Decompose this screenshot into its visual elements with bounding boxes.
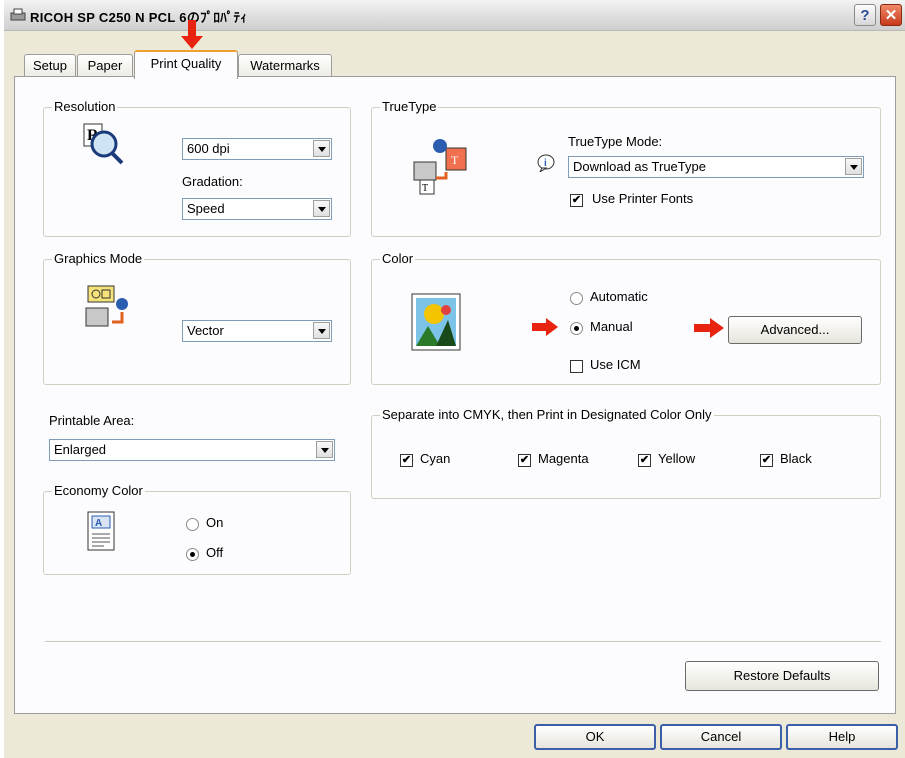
truetype-group-title: TrueType	[380, 99, 439, 114]
tab-panel: Resolution R 600 dpi Gradation: Speed Tr…	[14, 76, 896, 714]
restore-defaults-button[interactable]: Restore Defaults	[685, 661, 879, 691]
advanced-button[interactable]: Advanced...	[728, 316, 862, 344]
use-icm-label: Use ICM	[590, 357, 641, 372]
info-balloon-icon: i	[537, 154, 555, 172]
graphics-mode-group-title: Graphics Mode	[52, 251, 145, 266]
magenta-checkbox[interactable]: ✔	[518, 454, 531, 467]
black-checkbox[interactable]: ✔	[760, 454, 773, 467]
truetype-printer-icon: TT	[413, 139, 467, 195]
cyan-label: Cyan	[420, 451, 451, 466]
svg-text:A: A	[95, 518, 102, 529]
color-automatic-label: Automatic	[590, 289, 648, 304]
tab-setup[interactable]: Setup	[24, 54, 76, 77]
title-bar[interactable]: RICOH SP C250 N PCL 6のﾌﾟﾛﾊﾟﾃｨ ? ✕	[4, 0, 905, 31]
yellow-checkbox[interactable]: ✔	[638, 454, 651, 467]
chevron-down-icon[interactable]	[313, 200, 330, 217]
tab-paper[interactable]: Paper	[77, 54, 133, 77]
chevron-down-icon[interactable]	[316, 441, 333, 458]
resolution-group-title: Resolution	[52, 99, 118, 114]
gradation-select[interactable]: Speed	[182, 198, 332, 220]
use-printer-fonts-label: Use Printer Fonts	[592, 191, 694, 206]
printable-area-label: Printable Area:	[49, 413, 135, 428]
truetype-group: TrueType TT TrueType Mode: i Download as…	[371, 99, 881, 237]
color-manual-radio[interactable]	[570, 322, 583, 335]
printable-area-select[interactable]: Enlarged	[49, 439, 335, 461]
resolution-value: 600 dpi	[187, 141, 230, 156]
graphics-mode-icon	[85, 285, 128, 327]
chevron-down-icon[interactable]	[845, 158, 862, 175]
window-title: RICOH SP C250 N PCL 6のﾌﾟﾛﾊﾟﾃｨ	[30, 10, 248, 25]
annotation-arrow-right-icon	[532, 318, 558, 336]
yellow-label: Yellow	[658, 451, 696, 466]
color-group: Color Automatic Manual Advanced... Use I…	[371, 251, 881, 385]
black-label: Black	[780, 451, 812, 466]
truetype-mode-label: TrueType Mode:	[568, 134, 663, 149]
svg-text:T: T	[451, 153, 459, 167]
economy-color-group: Economy Color A On Off	[43, 483, 351, 575]
truetype-mode-value: Download as TrueType	[573, 159, 706, 174]
help-button[interactable]: Help	[786, 724, 898, 750]
economy-color-group-title: Economy Color	[52, 483, 145, 498]
magenta-label: Magenta	[538, 451, 589, 466]
chevron-down-icon[interactable]	[313, 322, 330, 339]
use-printer-fonts-checkbox[interactable]: ✔	[570, 194, 583, 207]
annotation-arrow-right-icon	[694, 318, 724, 338]
printable-area-value: Enlarged	[54, 442, 107, 457]
cmyk-group: Separate into CMYK, then Print in Design…	[371, 407, 881, 499]
use-icm-checkbox[interactable]	[570, 360, 583, 373]
svg-text:i: i	[544, 158, 547, 169]
cyan-checkbox[interactable]: ✔	[400, 454, 413, 467]
graphics-mode-group: Graphics Mode Vector	[43, 251, 351, 385]
color-picture-icon	[411, 293, 461, 351]
color-group-title: Color	[380, 251, 416, 266]
color-automatic-radio[interactable]	[570, 292, 583, 305]
svg-text:T: T	[422, 183, 428, 194]
chevron-down-icon[interactable]	[313, 140, 330, 157]
printer-icon	[10, 8, 26, 21]
separator	[45, 641, 881, 643]
title-close-button[interactable]: ✕	[880, 4, 902, 26]
economy-off-radio[interactable]	[186, 548, 199, 561]
gradation-value: Speed	[187, 201, 225, 216]
economy-on-label: On	[206, 515, 224, 530]
color-manual-label: Manual	[590, 319, 633, 334]
graphics-mode-select[interactable]: Vector	[182, 320, 332, 342]
truetype-mode-select[interactable]: Download as TrueType	[568, 156, 864, 178]
resolution-select[interactable]: 600 dpi	[182, 138, 332, 160]
title-help-button[interactable]: ?	[854, 4, 876, 26]
dialog-window: RICOH SP C250 N PCL 6のﾌﾟﾛﾊﾟﾃｨ ? ✕ Setup …	[4, 0, 905, 758]
economy-document-icon: A	[87, 511, 115, 551]
cancel-button[interactable]: Cancel	[660, 724, 782, 750]
resolution-group: Resolution R 600 dpi Gradation: Speed	[43, 99, 351, 237]
tab-print-quality[interactable]: Print Quality	[134, 50, 238, 79]
graphics-mode-value: Vector	[187, 323, 224, 338]
cmyk-group-title: Separate into CMYK, then Print in Design…	[380, 407, 714, 422]
tab-watermarks[interactable]: Watermarks	[238, 54, 332, 77]
ok-button[interactable]: OK	[534, 724, 656, 750]
gradation-label: Gradation:	[182, 174, 243, 189]
economy-on-radio[interactable]	[186, 518, 199, 531]
annotation-arrow-down-icon	[181, 20, 203, 49]
resolution-magnifier-icon: R	[83, 123, 124, 165]
economy-off-label: Off	[206, 545, 224, 560]
